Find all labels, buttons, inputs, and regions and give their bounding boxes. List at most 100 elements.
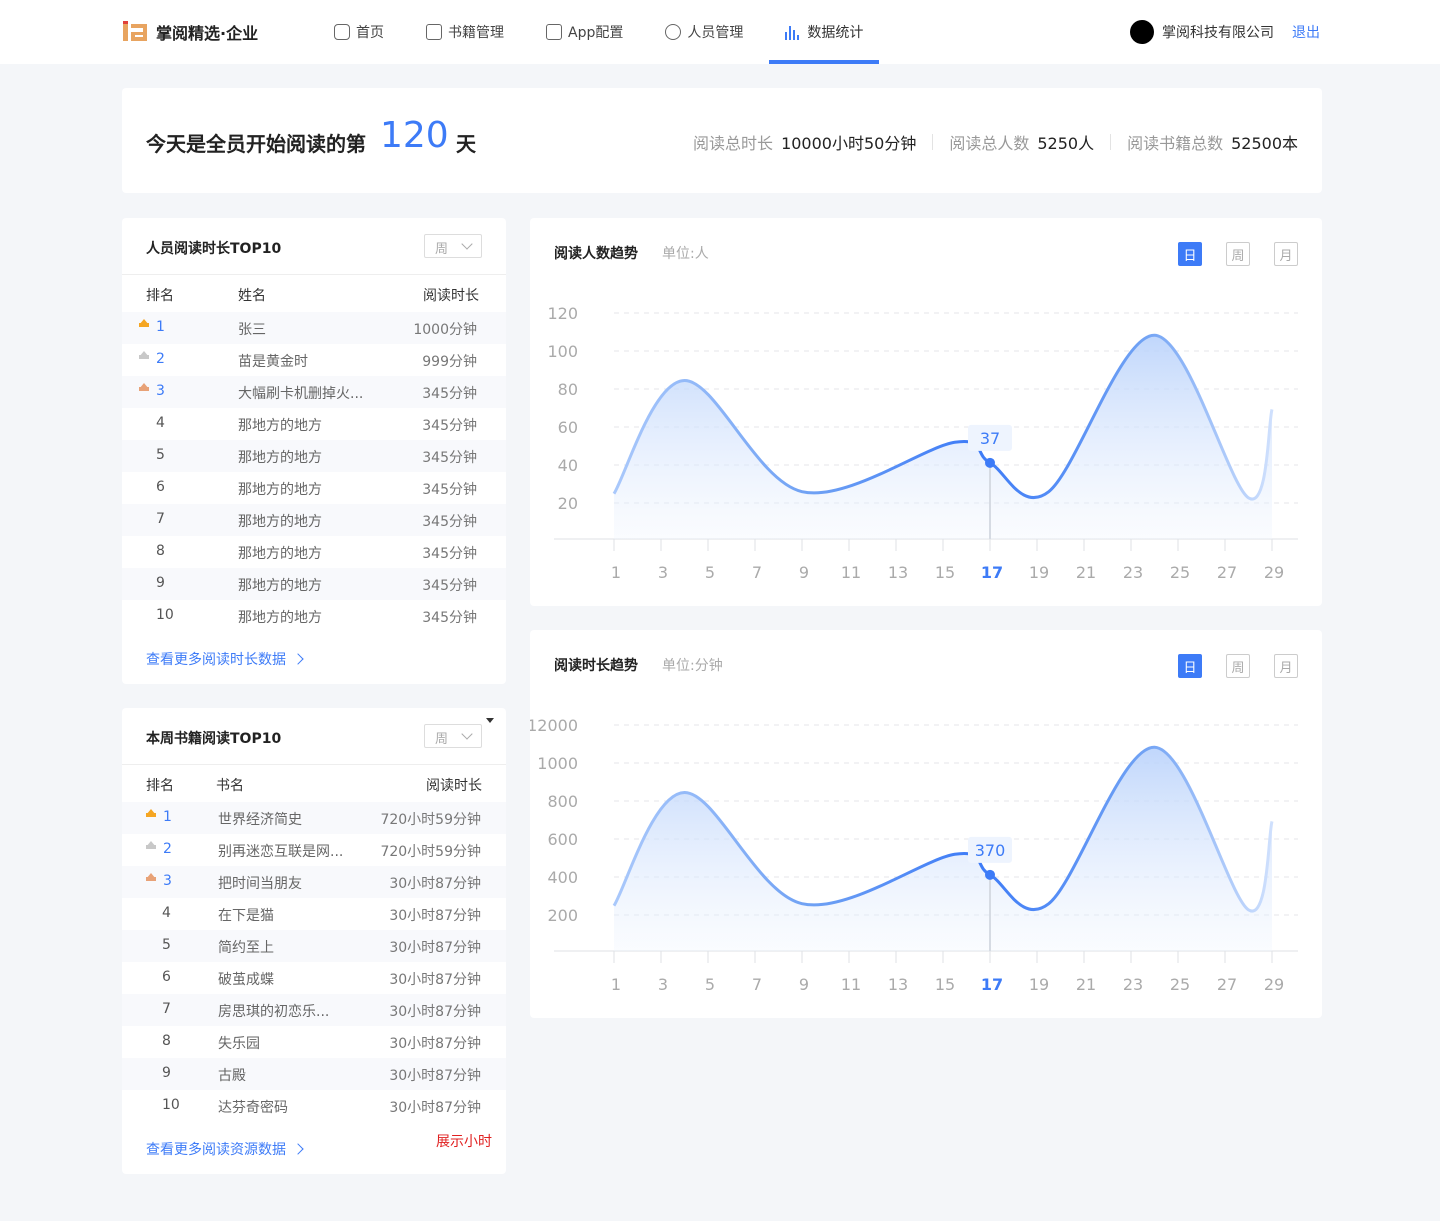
nav-app-config[interactable]: App配置 (530, 0, 639, 64)
x-tick-label: 7 (752, 975, 762, 994)
period-select[interactable]: 周 (424, 724, 482, 748)
table-row[interactable]: 6 那地方的地方 345分钟 (122, 472, 506, 504)
table-row[interactable]: 10 达芬奇密码 30小时87分钟 (122, 1090, 506, 1122)
chevron-right-icon (292, 653, 304, 665)
row-duration: 30小时87分钟 (389, 1036, 481, 1052)
column-header-book: 书名 (216, 778, 244, 794)
company-name: 掌阅科技有限公司 (1162, 25, 1274, 41)
x-tick-label: 5 (705, 975, 715, 994)
table-row[interactable]: 7 房思琪的初恋乐... 30小时87分钟 (122, 994, 506, 1026)
app-logo[interactable]: 掌阅精选·企业 (122, 20, 258, 44)
table-row[interactable]: 8 失乐园 30小时87分钟 (122, 1026, 506, 1058)
row-name: 苗是黄金时 (238, 354, 308, 370)
row-rank: 4 (156, 415, 165, 431)
table-row[interactable]: 5 简约至上 30小时87分钟 (122, 930, 506, 962)
more-resources-link[interactable]: 查看更多阅读资源数据 (146, 1139, 304, 1159)
logout-link[interactable]: 退出 (1292, 22, 1320, 42)
table-row[interactable]: 7 那地方的地方 345分钟 (122, 504, 506, 536)
row-duration: 345分钟 (422, 610, 477, 626)
top-navigation-bar: 掌阅精选·企业 首页 书籍管理 App配置 人员管理 数据统计 掌阅科技有限公司… (0, 0, 1440, 64)
time-trend-card: 阅读时长趋势 单位:分钟 日 周 月 12000 1000 800 600 400 200… (530, 630, 1322, 1018)
row-duration: 30小时87分钟 (389, 876, 481, 892)
x-tick-label: 11 (841, 975, 861, 994)
row-name: 那地方的地方 (238, 546, 322, 562)
table-row[interactable]: 6 破茧成蝶 30小时87分钟 (122, 962, 506, 994)
user-icon (665, 24, 682, 40)
row-duration: 30小时87分钟 (389, 1100, 481, 1116)
bar-chart-icon (785, 24, 801, 40)
x-tick-label: 11 (841, 563, 861, 582)
divider (1110, 134, 1112, 150)
x-tick-label: 17 (981, 975, 1003, 994)
stat-label: 阅读总人数 (949, 134, 1030, 153)
x-tick-label: 15 (935, 563, 955, 582)
x-tick-label: 25 (1170, 563, 1190, 582)
x-tick-label: 19 (1029, 975, 1049, 994)
table-row[interactable]: 1 张三 1000分钟 (122, 312, 506, 344)
column-header-rank: 排名 (146, 288, 174, 304)
row-duration: 30小时87分钟 (389, 908, 481, 924)
row-name: 在下是猫 (218, 908, 274, 924)
table-row[interactable]: 9 古殿 30小时87分钟 (122, 1058, 506, 1090)
more-reading-time-link[interactable]: 查看更多阅读时长数据 (146, 649, 304, 669)
row-rank: 10 (156, 607, 174, 623)
row-duration: 345分钟 (422, 578, 477, 594)
crown-icon (139, 319, 149, 327)
table-row[interactable]: 4 那地方的地方 345分钟 (122, 408, 506, 440)
x-tick-label: 7 (752, 563, 762, 582)
row-duration: 345分钟 (422, 514, 477, 530)
row-name: 别再迷恋互联是网... (218, 844, 344, 860)
nav-books[interactable]: 书籍管理 (410, 0, 520, 64)
avatar[interactable] (1130, 20, 1154, 44)
row-duration: 30小时87分钟 (389, 1004, 481, 1020)
people-top10-card: 人员阅读时长TOP10 周 排名 姓名 阅读时长 1 张三 1000分钟 2 苗是黄金时… (122, 218, 506, 684)
stat-value: 10000小时50分钟 (781, 134, 917, 153)
period-select[interactable]: 周 (424, 234, 482, 258)
select-value: 周 (435, 242, 449, 257)
row-name: 那地方的地方 (238, 482, 322, 498)
stat-total-time: 阅读总时长 10000小时50分钟 (693, 130, 916, 154)
stat-label: 阅读总时长 (693, 134, 774, 153)
row-duration: 345分钟 (422, 386, 477, 402)
table-row[interactable]: 1 世界经济简史 720小时59分钟 (122, 802, 506, 834)
row-rank: 2 (163, 841, 172, 857)
logo-icon (122, 21, 148, 43)
chevron-right-icon (292, 1143, 304, 1155)
select-value: 周 (435, 732, 449, 747)
table-row[interactable]: 8 那地方的地方 345分钟 (122, 536, 506, 568)
nav-people[interactable]: 人员管理 (649, 0, 759, 64)
nav-statistics[interactable]: 数据统计 (769, 0, 880, 64)
row-name: 那地方的地方 (238, 418, 322, 434)
crown-icon (146, 873, 156, 881)
cube-icon (334, 24, 350, 40)
books-top10-card: 本周书籍阅读TOP10 周 排名 书名 阅读时长 1 世界经济简史 720小时59分… (122, 708, 506, 1174)
table-row[interactable]: 10 那地方的地方 345分钟 (122, 600, 506, 632)
row-duration: 1000分钟 (413, 322, 477, 338)
table-row[interactable]: 2 别再迷恋互联是网... 720小时59分钟 (122, 834, 506, 866)
chevron-down-icon (461, 238, 473, 250)
column-header-duration: 阅读时长 (423, 288, 479, 304)
row-name: 古殿 (218, 1068, 246, 1084)
nav-people-label: 人员管理 (687, 25, 744, 41)
main-nav: 首页 书籍管理 App配置 人员管理 数据统计 (318, 0, 889, 64)
row-name: 简约至上 (218, 940, 274, 956)
table-row[interactable]: 3 大幅刷卡机删掉火... 345分钟 (122, 376, 506, 408)
x-tick-label: 19 (1029, 563, 1049, 582)
show-hours-note[interactable]: 展示小时 (436, 1131, 492, 1151)
row-name: 大幅刷卡机删掉火... (238, 386, 364, 402)
x-tick-label: 9 (799, 975, 809, 994)
table-row[interactable]: 9 那地方的地方 345分钟 (122, 568, 506, 600)
table-row[interactable]: 3 把时间当朋友 30小时87分钟 (122, 866, 506, 898)
caret-down-icon[interactable] (486, 718, 494, 723)
book-icon (426, 24, 442, 40)
table-row[interactable]: 5 那地方的地方 345分钟 (122, 440, 506, 472)
table-row[interactable]: 4 在下是猫 30小时87分钟 (122, 898, 506, 930)
y-tick-label: 80 (558, 380, 578, 399)
row-rank: 1 (156, 319, 165, 335)
row-name: 达芬奇密码 (218, 1100, 288, 1116)
nav-home[interactable]: 首页 (318, 0, 400, 64)
stat-value: 5250人 (1037, 134, 1095, 153)
table-row[interactable]: 2 苗是黄金时 999分钟 (122, 344, 506, 376)
column-header-name: 姓名 (238, 288, 266, 304)
summary-banner: 今天是全员开始阅读的第 120 天 阅读总时长 10000小时50分钟 阅读总人… (122, 88, 1322, 193)
